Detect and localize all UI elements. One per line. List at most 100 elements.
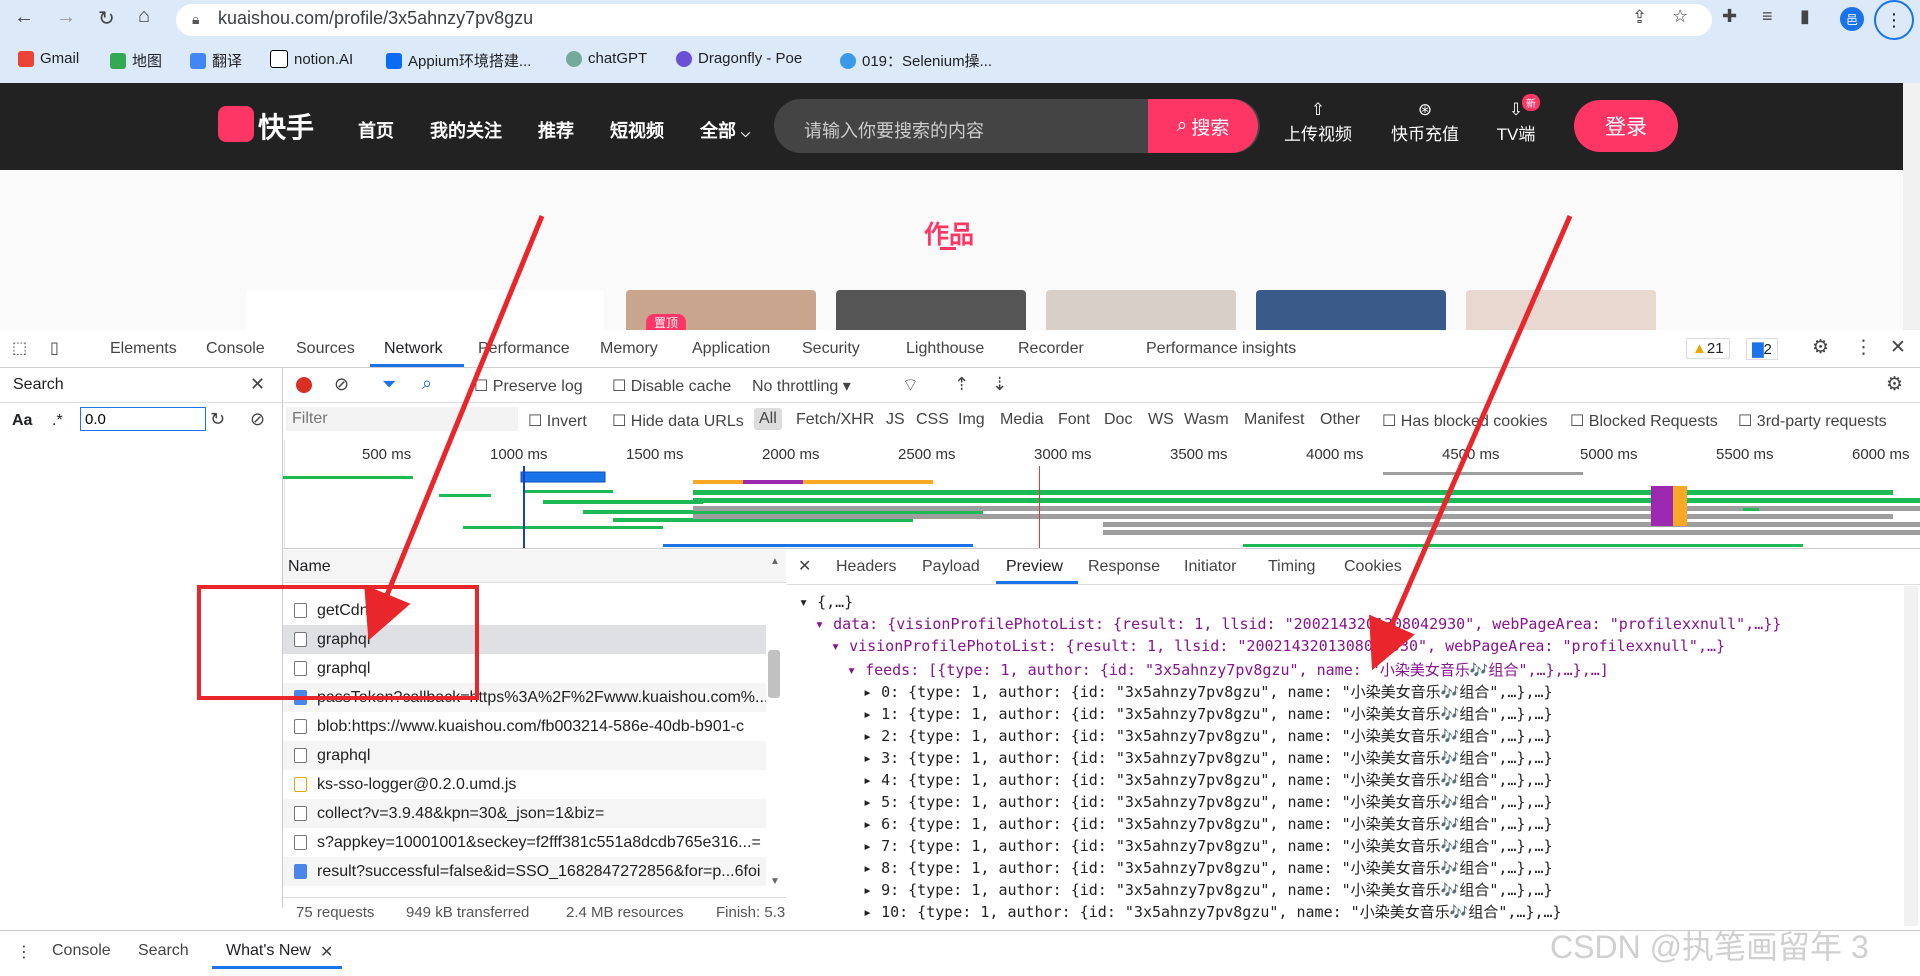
regex-toggle[interactable]: .*	[52, 412, 63, 430]
tab-security[interactable]: Security	[802, 340, 860, 358]
type-filter-font[interactable]: Font	[1058, 411, 1090, 429]
nav-following[interactable]: 我的关注	[430, 117, 502, 143]
type-filter-other[interactable]: Other	[1320, 411, 1360, 429]
reload-icon[interactable]: ↻	[98, 6, 115, 31]
recharge-button[interactable]: ⊛ 快币充值	[1388, 100, 1462, 145]
tab-response[interactable]: Response	[1088, 558, 1160, 576]
close-devtools-icon[interactable]: ✕	[1890, 336, 1906, 359]
bookmark-appium[interactable]: Appium环境搭建...	[386, 50, 531, 71]
json-feed-item[interactable]: ▸ 1: {type: 1, author: {id: "3x5ahnzy7pv…	[863, 703, 1553, 724]
tab-performance-insights[interactable]: Performance insights	[1146, 340, 1296, 358]
tab-sources[interactable]: Sources	[296, 340, 355, 358]
blocked-requests-checkbox[interactable]: ☐ Blocked Requests	[1570, 411, 1718, 431]
filter-icon[interactable]: ⏷	[382, 374, 396, 395]
json-preview[interactable]: ▾ {,…} ▾ data: {visionProfilePhotoList: …	[787, 585, 1902, 930]
nav-short-video[interactable]: 短视频	[610, 117, 664, 143]
video-thumbnail[interactable]	[1466, 290, 1656, 330]
tab-timing[interactable]: Timing	[1268, 558, 1315, 576]
tab-headers[interactable]: Headers	[836, 558, 896, 576]
network-conditions-icon[interactable]: ⌔	[902, 374, 919, 397]
type-filter-wasm[interactable]: Wasm	[1184, 411, 1229, 429]
type-filter-img[interactable]: Img	[958, 411, 985, 429]
close-detail-icon[interactable]: ✕	[798, 556, 811, 576]
request-row[interactable]: result?successful=false&id=SSO_168284727…	[283, 857, 766, 886]
json-feed-item[interactable]: ▸ 3: {type: 1, author: {id: "3x5ahnzy7pv…	[863, 747, 1553, 768]
login-button[interactable]: 登录	[1574, 100, 1678, 152]
json-feed-item[interactable]: ▸ 4: {type: 1, author: {id: "3x5ahnzy7pv…	[863, 769, 1553, 790]
json-feed-item[interactable]: ▸ 0: {type: 1, author: {id: "3x5ahnzy7pv…	[863, 681, 1553, 702]
warnings-badge[interactable]: ▲21	[1686, 338, 1730, 359]
json-feed-item[interactable]: ▸ 2: {type: 1, author: {id: "3x5ahnzy7pv…	[863, 725, 1553, 746]
page-scrollbar[interactable]	[1903, 83, 1920, 330]
back-icon[interactable]: ←	[14, 6, 34, 29]
video-thumbnail[interactable]	[1256, 290, 1446, 330]
json-feed-item[interactable]: ▸ 8: {type: 1, author: {id: "3x5ahnzy7pv…	[863, 857, 1553, 878]
lock-icon[interactable]: 🔒︎	[192, 11, 199, 28]
nav-all[interactable]: 全部 ⌵	[700, 117, 750, 143]
video-thumbnail[interactable]	[246, 290, 604, 330]
type-filter-manifest[interactable]: Manifest	[1244, 411, 1304, 429]
network-settings-icon[interactable]: ⚙	[1886, 373, 1903, 396]
drawer-tab-search[interactable]: Search	[138, 942, 189, 960]
tab-lighthouse[interactable]: Lighthouse	[906, 340, 984, 358]
devtools-menu-icon[interactable]: ⋮	[1854, 336, 1873, 359]
third-party-checkbox[interactable]: ☐ 3rd-party requests	[1738, 411, 1887, 431]
extensions-icon[interactable]: ✚	[1722, 6, 1737, 27]
preview-scrollbar[interactable]	[1904, 586, 1918, 926]
video-thumbnail[interactable]	[1046, 290, 1236, 330]
request-row[interactable]: graphql	[283, 741, 766, 770]
request-row[interactable]: ks-sso-logger@0.2.0.umd.js	[283, 770, 766, 799]
tab-preview[interactable]: Preview	[1006, 558, 1063, 576]
menu-kebab-icon[interactable]: ⋮	[1874, 0, 1914, 40]
json-feed-item[interactable]: ▸ 10: {type: 1, author: {id: "3x5ahnzy7p…	[863, 901, 1562, 922]
type-filter-ws[interactable]: WS	[1148, 411, 1174, 429]
type-filter-fetch[interactable]: Fetch/XHR	[796, 411, 874, 429]
type-filter-css[interactable]: CSS	[916, 411, 949, 429]
device-toggle-icon[interactable]: ▯	[50, 338, 59, 358]
preserve-log-checkbox[interactable]: ☐ Preserve log	[474, 376, 583, 396]
scroll-down-icon[interactable]: ▼	[770, 876, 780, 887]
json-feed-item[interactable]: ▸ 6: {type: 1, author: {id: "3x5ahnzy7pv…	[863, 813, 1553, 834]
record-icon[interactable]	[296, 377, 312, 393]
home-icon[interactable]: ⌂	[138, 5, 150, 28]
tab-performance[interactable]: Performance	[478, 340, 570, 358]
nav-home[interactable]: 首页	[358, 117, 394, 143]
clear-icon[interactable]: ⊘	[334, 374, 349, 395]
invert-checkbox[interactable]: ☐ Invert	[528, 411, 587, 431]
bookmark-poe[interactable]: Dragonfly - Poe	[676, 50, 802, 67]
search-icon[interactable]: ⌕	[422, 373, 432, 394]
tab-recorder[interactable]: Recorder	[1018, 340, 1084, 358]
bookmark-notion[interactable]: notion.AI	[270, 50, 353, 68]
tab-memory[interactable]: Memory	[600, 340, 658, 358]
tab-console[interactable]: Console	[206, 340, 265, 358]
site-logo-text[interactable]: 快手	[258, 106, 314, 146]
type-filter-all[interactable]: All	[754, 408, 782, 430]
video-thumbnail[interactable]	[836, 290, 1026, 330]
bookmark-chatgpt[interactable]: chatGPT	[566, 50, 647, 67]
request-row[interactable]: collect?v=3.9.48&kpn=30&_json=1&biz=	[283, 799, 766, 828]
name-column-header[interactable]	[283, 550, 786, 583]
json-feed-item[interactable]: ▸ 9: {type: 1, author: {id: "3x5ahnzy7pv…	[863, 879, 1553, 900]
bookmark-gmail[interactable]: Gmail	[18, 50, 79, 67]
json-feeds-node[interactable]: ▾ feeds: [{type: 1, author: {id: "3x5ahn…	[847, 659, 1609, 680]
share-icon[interactable]: ⇪	[1632, 7, 1647, 28]
tab-application[interactable]: Application	[692, 340, 770, 358]
forward-icon[interactable]: →	[56, 6, 76, 29]
tab-cookies[interactable]: Cookies	[1344, 558, 1402, 576]
drawer-menu-icon[interactable]: ⋮	[16, 942, 32, 962]
has-blocked-cookies-checkbox[interactable]: ☐ Has blocked cookies	[1382, 411, 1548, 431]
tab-payload[interactable]: Payload	[922, 558, 980, 576]
bookmark-translate[interactable]: 翻译	[190, 50, 242, 71]
media-icon[interactable]: ≡	[1762, 6, 1773, 27]
filter-input[interactable]	[286, 407, 518, 431]
tab-elements[interactable]: Elements	[110, 340, 177, 358]
hide-data-urls-checkbox[interactable]: ☐ Hide data URLs	[612, 411, 744, 431]
disable-cache-checkbox[interactable]: ☐ Disable cache	[612, 376, 731, 396]
request-row[interactable]: blob:https://www.kuaishou.com/fb003214-5…	[283, 712, 766, 741]
scroll-up-icon[interactable]: ▲	[770, 556, 780, 567]
site-search-button[interactable]: ⌕ 搜索	[1148, 99, 1258, 153]
request-list-scrollbar[interactable]	[768, 650, 780, 698]
json-vision-node[interactable]: ▾ visionProfilePhotoList: {result: 1, ll…	[831, 637, 1725, 655]
clear-search-icon[interactable]: ⊘	[250, 409, 265, 430]
drawer-tab-whats-new[interactable]: What's New	[226, 942, 311, 960]
